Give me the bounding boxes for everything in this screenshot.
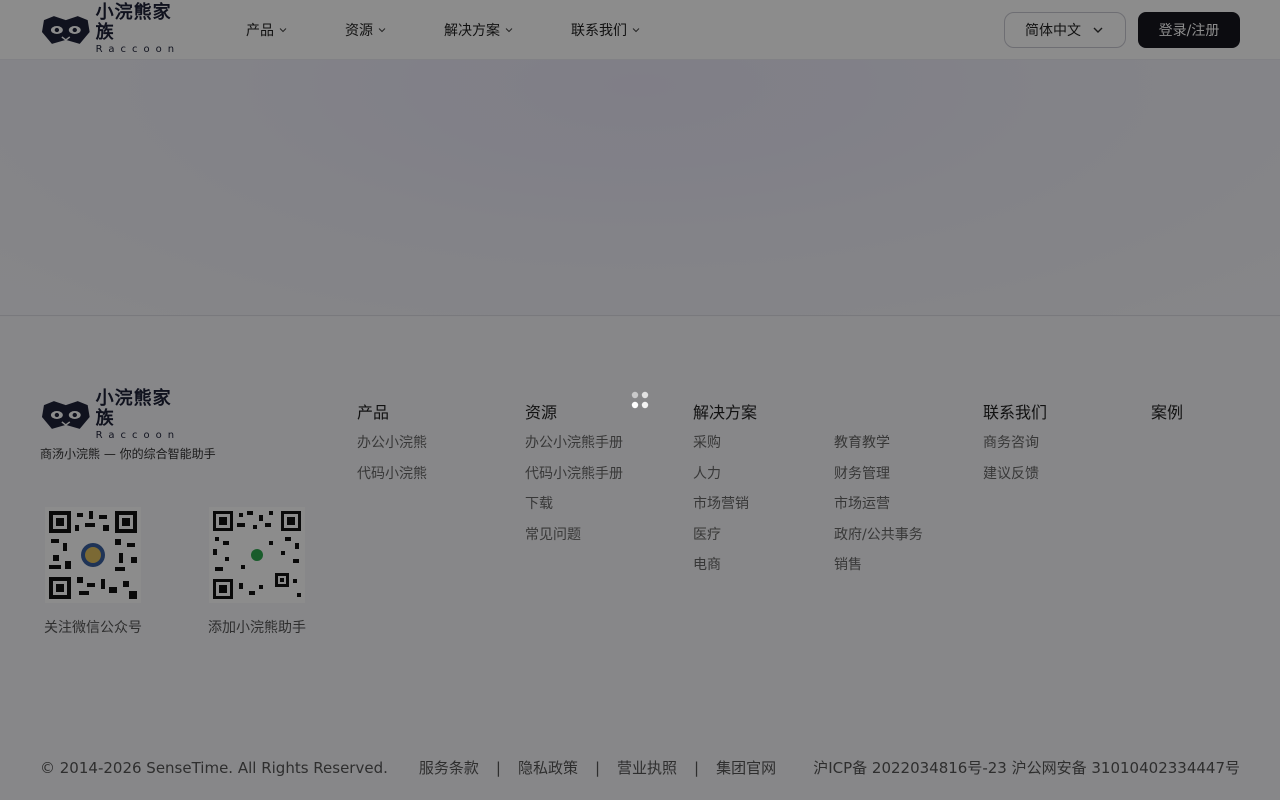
loading-overlay xyxy=(0,0,1280,800)
loading-spinner-icon xyxy=(631,391,649,409)
